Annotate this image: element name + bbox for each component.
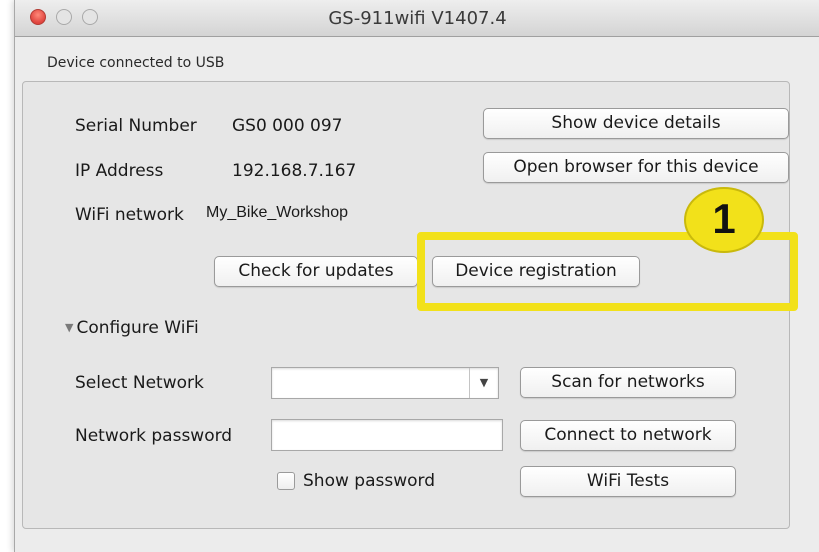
connection-status: Device connected to USB [47, 55, 225, 71]
open-browser-button[interactable]: Open browser for this device [483, 152, 789, 183]
check-for-updates-button[interactable]: Check for updates [214, 256, 418, 287]
serial-number-value: GS0 000 097 [232, 116, 343, 136]
disclosure-triangle-icon: ▼ [65, 321, 74, 334]
wifi-tests-button[interactable]: WiFi Tests [520, 466, 736, 497]
show-password-label: Show password [303, 471, 435, 491]
network-password-input[interactable] [271, 419, 503, 451]
window-title: GS-911wifi V1407.4 [328, 8, 507, 29]
step-number-badge: 1 [684, 187, 764, 253]
ip-address-value: 192.168.7.167 [232, 161, 357, 181]
network-password-label: Network password [75, 426, 233, 446]
chevron-down-icon[interactable]: ▼ [469, 368, 498, 398]
configure-wifi-label: Configure WiFi [76, 318, 199, 338]
serial-number-label: Serial Number [75, 116, 197, 136]
wifi-network-value: My_Bike_Workshop [206, 204, 348, 221]
ip-address-label: IP Address [75, 161, 164, 181]
show-device-details-button[interactable]: Show device details [483, 108, 789, 139]
show-password-checkbox[interactable] [277, 472, 295, 490]
scan-for-networks-button[interactable]: Scan for networks [520, 367, 736, 398]
configure-wifi-disclosure[interactable]: ▼ Configure WiFi [65, 318, 199, 338]
select-network-label: Select Network [75, 373, 204, 393]
title-bar: GS-911wifi V1407.4 [15, 0, 819, 37]
wifi-network-label: WiFi network [75, 205, 184, 225]
connect-to-network-button[interactable]: Connect to network [520, 420, 736, 451]
select-network-dropdown[interactable]: ▼ [271, 367, 499, 399]
